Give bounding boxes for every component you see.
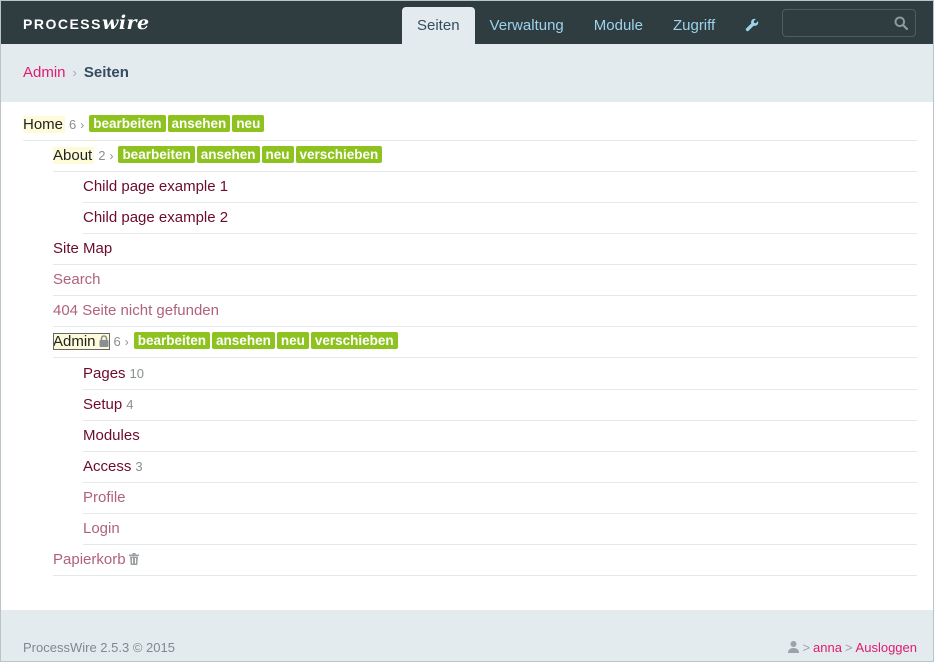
search-input[interactable] — [787, 13, 887, 33]
wrench-icon — [745, 18, 759, 31]
tree-row-child-2: Child page example 2 — [83, 203, 917, 234]
tree-row-home: Home 6 › bearbeiten ansehen neu — [23, 110, 917, 141]
footer-user: > anna > Ausloggen — [788, 640, 917, 655]
tab-verwaltung[interactable]: Verwaltung — [475, 7, 579, 44]
page-link-child-page-example-1[interactable]: Child page example 1 — [83, 178, 228, 195]
page-link-site-map[interactable]: Site Map — [53, 240, 112, 257]
page-link-login[interactable]: Login — [83, 520, 120, 537]
page-link-profile[interactable]: Profile — [83, 489, 126, 506]
new-button[interactable]: neu — [261, 146, 294, 163]
footer-copyright: ProcessWire 2.5.3 © 2015 — [23, 640, 175, 655]
tree-row-search: Search — [53, 265, 917, 296]
tab-tools[interactable] — [730, 7, 773, 44]
page-link-child-page-example-2[interactable]: Child page example 2 — [83, 209, 228, 226]
tree-row-modules: Modules — [83, 421, 917, 452]
new-button[interactable]: neu — [232, 115, 265, 132]
breadcrumb-bar: Admin › Seiten — [1, 44, 933, 102]
page-link-admin[interactable]: Admin — [53, 333, 110, 350]
child-count: 3 — [135, 459, 143, 474]
view-button[interactable]: ansehen — [212, 332, 275, 349]
lock-icon — [99, 335, 109, 347]
tree-row-access: Access 3 — [83, 452, 917, 483]
tree-row-trash: Papierkorb — [53, 545, 917, 576]
trash-icon — [128, 553, 139, 565]
child-count: 4 — [126, 397, 134, 412]
page-link-home[interactable]: Home — [23, 116, 66, 133]
user-icon — [788, 641, 800, 653]
breadcrumb-separator: › — [72, 65, 77, 80]
username-link[interactable]: anna — [813, 640, 842, 655]
tab-zugriff[interactable]: Zugriff — [658, 7, 730, 44]
page-link-pages[interactable]: Pages — [83, 365, 126, 382]
search-icon[interactable] — [894, 16, 908, 30]
page-link-about[interactable]: About — [53, 147, 95, 164]
tree-row-profile: Profile — [83, 483, 917, 514]
tree-row-about: About 2 › bearbeiten ansehen neu verschieben — [53, 141, 917, 172]
child-count: 10 — [129, 366, 145, 381]
top-navigation: Seiten Verwaltung Module Zugriff — [402, 7, 773, 44]
tree-row-login: Login — [83, 514, 917, 545]
arrow-icon: › — [80, 118, 85, 132]
tree-row-setup: Setup 4 — [83, 390, 917, 421]
processwire-logo[interactable]: PROCESSwire — [23, 13, 150, 35]
tree-row-admin: Admin 6 › bearbeiten ansehen neu verschieben — [53, 327, 917, 358]
page-link-modules[interactable]: Modules — [83, 427, 140, 444]
breadcrumb: Admin › Seiten — [23, 64, 129, 82]
page-link-setup[interactable]: Setup — [83, 396, 122, 413]
tree-row-pages: Pages 10 — [83, 359, 917, 390]
logo-text-process: PROCESS — [23, 16, 102, 32]
edit-button[interactable]: bearbeiten — [89, 115, 166, 132]
page-list: Home 6 › bearbeiten ansehen neu About 2 › bearbe… — [1, 102, 933, 610]
edit-button[interactable]: bearbeiten — [133, 332, 211, 349]
page-link-papierkorb[interactable]: Papierkorb — [53, 551, 126, 568]
new-button[interactable]: neu — [276, 332, 309, 349]
masthead: PROCESSwire Seiten Verwaltung Module Zug… — [1, 1, 933, 44]
edit-button[interactable]: bearbeiten — [118, 146, 195, 163]
tree-row-child-1: Child page example 1 — [83, 172, 917, 203]
child-count: 6 — [69, 117, 77, 132]
footer-separator: > — [802, 640, 811, 655]
logout-link[interactable]: Ausloggen — [856, 640, 917, 655]
arrow-icon: › — [124, 335, 129, 349]
page-label-admin: Admin — [53, 333, 96, 350]
view-button[interactable]: ansehen — [196, 146, 260, 163]
view-button[interactable]: ansehen — [167, 115, 231, 132]
page-link-access[interactable]: Access — [83, 458, 131, 475]
page-link-search[interactable]: Search — [53, 271, 101, 288]
footer: ProcessWire 2.5.3 © 2015 > anna > Ausloggen — [1, 610, 933, 661]
tab-module[interactable]: Module — [579, 7, 658, 44]
child-count: 2 — [98, 148, 106, 163]
search-box — [782, 9, 916, 37]
breadcrumb-admin[interactable]: Admin — [23, 64, 66, 81]
logo-text-wire: wire — [101, 12, 150, 34]
tree-row-404: 404 Seite nicht gefunden — [53, 296, 917, 327]
page-title: Seiten — [83, 64, 129, 81]
move-button[interactable]: verschieben — [295, 146, 383, 163]
child-count: 6 — [113, 334, 121, 349]
page-link-404[interactable]: 404 Seite nicht gefunden — [53, 302, 219, 319]
arrow-icon: › — [109, 149, 114, 163]
footer-separator: > — [844, 640, 853, 655]
tab-seiten[interactable]: Seiten — [402, 7, 475, 44]
move-button[interactable]: verschieben — [310, 332, 398, 349]
tree-row-site-map: Site Map — [53, 234, 917, 265]
